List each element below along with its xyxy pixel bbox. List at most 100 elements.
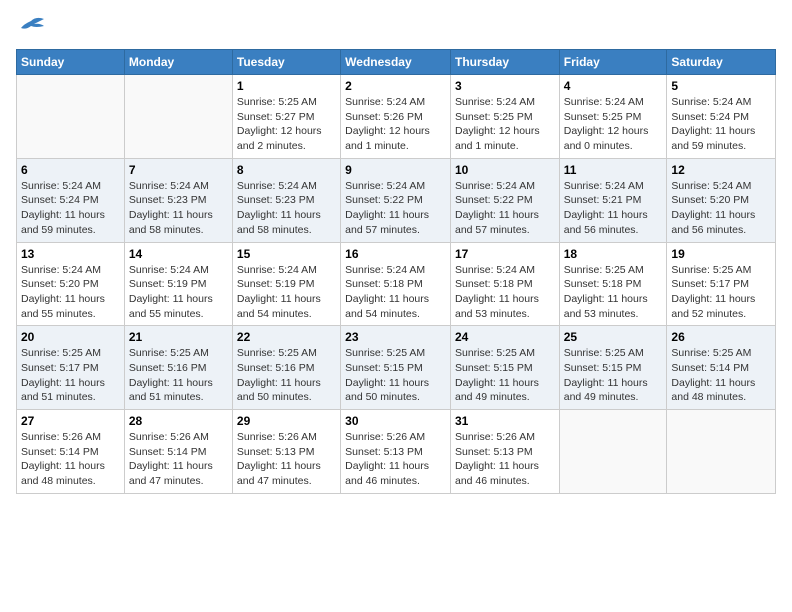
day-detail: Sunrise: 5:24 AM Sunset: 5:25 PM Dayligh… — [564, 95, 663, 154]
day-detail: Sunrise: 5:25 AM Sunset: 5:17 PM Dayligh… — [21, 346, 120, 405]
day-detail: Sunrise: 5:25 AM Sunset: 5:16 PM Dayligh… — [237, 346, 336, 405]
calendar-cell: 24 Sunrise: 5:25 AM Sunset: 5:15 PM Dayli… — [450, 326, 559, 410]
calendar-cell: 2 Sunrise: 5:24 AM Sunset: 5:26 PM Daylig… — [341, 75, 451, 159]
day-number: 1 — [237, 79, 336, 93]
day-detail: Sunrise: 5:24 AM Sunset: 5:23 PM Dayligh… — [129, 179, 228, 238]
page-header — [16, 16, 776, 41]
day-number: 24 — [455, 330, 555, 344]
column-header-wednesday: Wednesday — [341, 50, 451, 75]
calendar-cell: 9 Sunrise: 5:24 AM Sunset: 5:22 PM Daylig… — [341, 158, 451, 242]
column-header-saturday: Saturday — [667, 50, 776, 75]
day-number: 21 — [129, 330, 228, 344]
calendar-cell: 26 Sunrise: 5:25 AM Sunset: 5:14 PM Dayli… — [667, 326, 776, 410]
day-detail: Sunrise: 5:26 AM Sunset: 5:13 PM Dayligh… — [237, 430, 336, 489]
day-number: 22 — [237, 330, 336, 344]
column-header-sunday: Sunday — [17, 50, 125, 75]
day-detail: Sunrise: 5:26 AM Sunset: 5:13 PM Dayligh… — [345, 430, 446, 489]
day-number: 14 — [129, 247, 228, 261]
calendar-cell: 13Sunrise: 5:24 AM Sunset: 5:20 PM Dayli… — [17, 242, 125, 326]
day-number: 11 — [564, 163, 663, 177]
day-detail: Sunrise: 5:24 AM Sunset: 5:22 PM Dayligh… — [345, 179, 446, 238]
calendar-cell: 11 Sunrise: 5:24 AM Sunset: 5:21 PM Dayli… — [559, 158, 667, 242]
column-header-tuesday: Tuesday — [232, 50, 340, 75]
day-number: 6 — [21, 163, 120, 177]
day-number: 10 — [455, 163, 555, 177]
day-number: 20 — [21, 330, 120, 344]
day-detail: Sunrise: 5:24 AM Sunset: 5:25 PM Dayligh… — [455, 95, 555, 154]
calendar-cell — [667, 410, 776, 494]
calendar-cell: 14 Sunrise: 5:24 AM Sunset: 5:19 PM Dayli… — [124, 242, 232, 326]
logo — [16, 16, 46, 41]
day-number: 12 — [671, 163, 771, 177]
day-number: 15 — [237, 247, 336, 261]
day-detail: Sunrise: 5:26 AM Sunset: 5:14 PM Dayligh… — [21, 430, 120, 489]
calendar-cell: 17Sunrise: 5:24 AM Sunset: 5:18 PM Dayli… — [450, 242, 559, 326]
day-number: 9 — [345, 163, 446, 177]
calendar-week-row: 13Sunrise: 5:24 AM Sunset: 5:20 PM Dayli… — [17, 242, 776, 326]
calendar-cell: 20 Sunrise: 5:25 AM Sunset: 5:17 PM Dayli… — [17, 326, 125, 410]
calendar-cell — [559, 410, 667, 494]
calendar-cell: 5 Sunrise: 5:24 AM Sunset: 5:24 PM Daylig… — [667, 75, 776, 159]
calendar-cell — [17, 75, 125, 159]
calendar-cell: 22 Sunrise: 5:25 AM Sunset: 5:16 PM Dayli… — [232, 326, 340, 410]
day-number: 30 — [345, 414, 446, 428]
day-detail: Sunrise: 5:24 AM Sunset: 5:19 PM Dayligh… — [237, 263, 336, 322]
day-number: 19 — [671, 247, 771, 261]
calendar-cell: 28 Sunrise: 5:26 AM Sunset: 5:14 PM Dayli… — [124, 410, 232, 494]
day-detail: Sunrise: 5:24 AM Sunset: 5:21 PM Dayligh… — [564, 179, 663, 238]
calendar-cell: 23 Sunrise: 5:25 AM Sunset: 5:15 PM Dayli… — [341, 326, 451, 410]
calendar-cell: 4 Sunrise: 5:24 AM Sunset: 5:25 PM Daylig… — [559, 75, 667, 159]
day-detail: Sunrise: 5:25 AM Sunset: 5:17 PM Dayligh… — [671, 263, 771, 322]
day-number: 27 — [21, 414, 120, 428]
day-detail: Sunrise: 5:25 AM Sunset: 5:15 PM Dayligh… — [345, 346, 446, 405]
calendar-cell: 12 Sunrise: 5:24 AM Sunset: 5:20 PM Dayli… — [667, 158, 776, 242]
calendar-week-row: 1 Sunrise: 5:25 AM Sunset: 5:27 PM Daylig… — [17, 75, 776, 159]
calendar-cell: 3 Sunrise: 5:24 AM Sunset: 5:25 PM Daylig… — [450, 75, 559, 159]
day-number: 18 — [564, 247, 663, 261]
column-header-friday: Friday — [559, 50, 667, 75]
day-detail: Sunrise: 5:24 AM Sunset: 5:24 PM Dayligh… — [671, 95, 771, 154]
day-detail: Sunrise: 5:25 AM Sunset: 5:27 PM Dayligh… — [237, 95, 336, 154]
calendar-week-row: 27 Sunrise: 5:26 AM Sunset: 5:14 PM Dayli… — [17, 410, 776, 494]
calendar-cell: 21 Sunrise: 5:25 AM Sunset: 5:16 PM Dayli… — [124, 326, 232, 410]
calendar-cell: 7Sunrise: 5:24 AM Sunset: 5:23 PM Daylig… — [124, 158, 232, 242]
day-detail: Sunrise: 5:25 AM Sunset: 5:14 PM Dayligh… — [671, 346, 771, 405]
day-detail: Sunrise: 5:25 AM Sunset: 5:15 PM Dayligh… — [564, 346, 663, 405]
day-number: 3 — [455, 79, 555, 93]
calendar-header: SundayMondayTuesdayWednesdayThursdayFrid… — [17, 50, 776, 75]
day-detail: Sunrise: 5:24 AM Sunset: 5:22 PM Dayligh… — [455, 179, 555, 238]
column-header-thursday: Thursday — [450, 50, 559, 75]
calendar-cell — [124, 75, 232, 159]
calendar-cell: 10 Sunrise: 5:24 AM Sunset: 5:22 PM Dayli… — [450, 158, 559, 242]
day-number: 26 — [671, 330, 771, 344]
day-detail: Sunrise: 5:25 AM Sunset: 5:16 PM Dayligh… — [129, 346, 228, 405]
calendar-cell: 8Sunrise: 5:24 AM Sunset: 5:23 PM Daylig… — [232, 158, 340, 242]
calendar-cell: 19 Sunrise: 5:25 AM Sunset: 5:17 PM Dayli… — [667, 242, 776, 326]
day-detail: Sunrise: 5:24 AM Sunset: 5:20 PM Dayligh… — [21, 263, 120, 322]
day-detail: Sunrise: 5:24 AM Sunset: 5:18 PM Dayligh… — [455, 263, 555, 322]
calendar-cell: 30 Sunrise: 5:26 AM Sunset: 5:13 PM Dayli… — [341, 410, 451, 494]
day-number: 28 — [129, 414, 228, 428]
day-detail: Sunrise: 5:24 AM Sunset: 5:26 PM Dayligh… — [345, 95, 446, 154]
day-detail: Sunrise: 5:25 AM Sunset: 5:15 PM Dayligh… — [455, 346, 555, 405]
calendar-week-row: 20 Sunrise: 5:25 AM Sunset: 5:17 PM Dayli… — [17, 326, 776, 410]
day-number: 8 — [237, 163, 336, 177]
calendar-cell: 1 Sunrise: 5:25 AM Sunset: 5:27 PM Daylig… — [232, 75, 340, 159]
day-detail: Sunrise: 5:26 AM Sunset: 5:13 PM Dayligh… — [455, 430, 555, 489]
calendar-cell: 27 Sunrise: 5:26 AM Sunset: 5:14 PM Dayli… — [17, 410, 125, 494]
day-detail: Sunrise: 5:24 AM Sunset: 5:20 PM Dayligh… — [671, 179, 771, 238]
day-number: 4 — [564, 79, 663, 93]
calendar-cell: 15 Sunrise: 5:24 AM Sunset: 5:19 PM Dayli… — [232, 242, 340, 326]
day-number: 25 — [564, 330, 663, 344]
calendar-week-row: 6 Sunrise: 5:24 AM Sunset: 5:24 PM Daylig… — [17, 158, 776, 242]
day-detail: Sunrise: 5:24 AM Sunset: 5:24 PM Dayligh… — [21, 179, 120, 238]
day-number: 31 — [455, 414, 555, 428]
day-number: 23 — [345, 330, 446, 344]
calendar-cell: 16Sunrise: 5:24 AM Sunset: 5:18 PM Dayli… — [341, 242, 451, 326]
column-header-monday: Monday — [124, 50, 232, 75]
calendar-table: SundayMondayTuesdayWednesdayThursdayFrid… — [16, 49, 776, 494]
day-detail: Sunrise: 5:24 AM Sunset: 5:19 PM Dayligh… — [129, 263, 228, 322]
day-number: 2 — [345, 79, 446, 93]
day-detail: Sunrise: 5:26 AM Sunset: 5:14 PM Dayligh… — [129, 430, 228, 489]
day-number: 5 — [671, 79, 771, 93]
